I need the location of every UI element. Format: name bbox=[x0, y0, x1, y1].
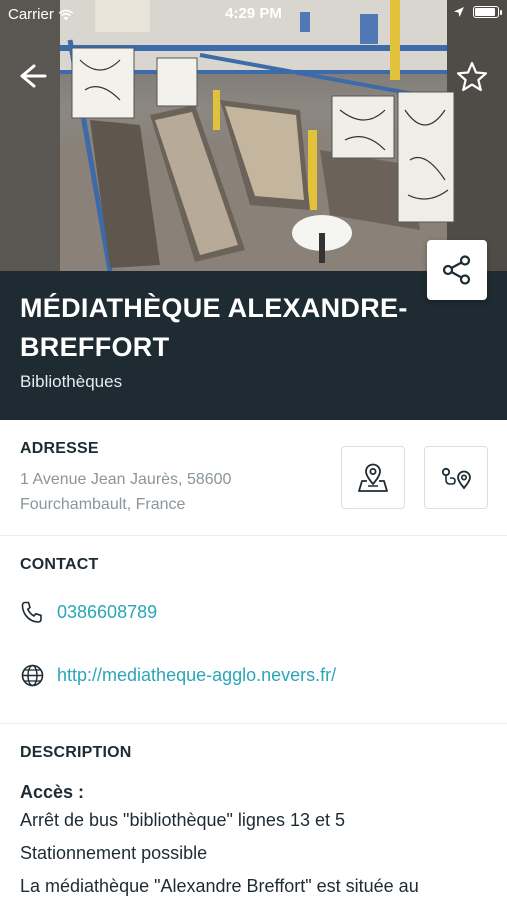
map-pin-icon bbox=[358, 463, 388, 492]
contact-label: CONTACT bbox=[20, 556, 99, 573]
phone-link[interactable]: 0386608789 bbox=[57, 602, 157, 623]
status-bar: Carrier 4:29 PM bbox=[0, 0, 507, 30]
route-icon bbox=[441, 467, 471, 489]
address-label: ADRESSE bbox=[20, 440, 99, 457]
place-title: MÉDIATHÈQUE ALEXANDRE-BREFFORT bbox=[20, 293, 408, 362]
show-on-map-button[interactable] bbox=[341, 446, 405, 509]
hero-image bbox=[0, 0, 507, 271]
access-heading: Accès : bbox=[20, 782, 85, 802]
place-category: Bibliothèques bbox=[20, 372, 123, 391]
hero-photo bbox=[0, 0, 507, 271]
website-row[interactable]: http://mediatheque-agglo.nevers.fr/ bbox=[20, 663, 336, 688]
phone-row[interactable]: 0386608789 bbox=[20, 600, 157, 625]
address-text: 1 Avenue Jean Jaurès, 58600 Fourchambaul… bbox=[20, 471, 232, 513]
description-line: Arrêt de bus "bibliothèque" lignes 13 et… bbox=[20, 810, 345, 830]
website-link[interactable]: http://mediatheque-agglo.nevers.fr/ bbox=[57, 665, 336, 686]
status-time: 4:29 PM bbox=[225, 5, 282, 22]
status-right bbox=[453, 6, 502, 18]
back-arrow-icon bbox=[20, 64, 47, 88]
back-button[interactable] bbox=[14, 58, 50, 94]
description-line: Stationnement possible bbox=[20, 843, 208, 863]
share-button[interactable] bbox=[427, 240, 487, 300]
description-section: DESCRIPTION Accès : Arrêt de bus "biblio… bbox=[0, 724, 507, 900]
directions-button[interactable] bbox=[424, 446, 488, 509]
favorite-button[interactable] bbox=[455, 60, 489, 94]
contact-section: CONTACT 0386608789 http://mediatheque-ag… bbox=[0, 536, 507, 724]
globe-icon bbox=[21, 664, 44, 687]
description-line: La médiathèque "Alexandre Breffort" est … bbox=[20, 876, 419, 896]
star-icon bbox=[456, 61, 488, 92]
location-arrow-icon bbox=[454, 7, 464, 17]
description-label: DESCRIPTION bbox=[20, 744, 132, 761]
share-icon bbox=[442, 255, 471, 285]
address-section: ADRESSE 1 Avenue Jean Jaurès, 58600 Four… bbox=[0, 420, 507, 536]
phone-icon bbox=[21, 601, 42, 623]
battery-icon bbox=[473, 6, 502, 18]
